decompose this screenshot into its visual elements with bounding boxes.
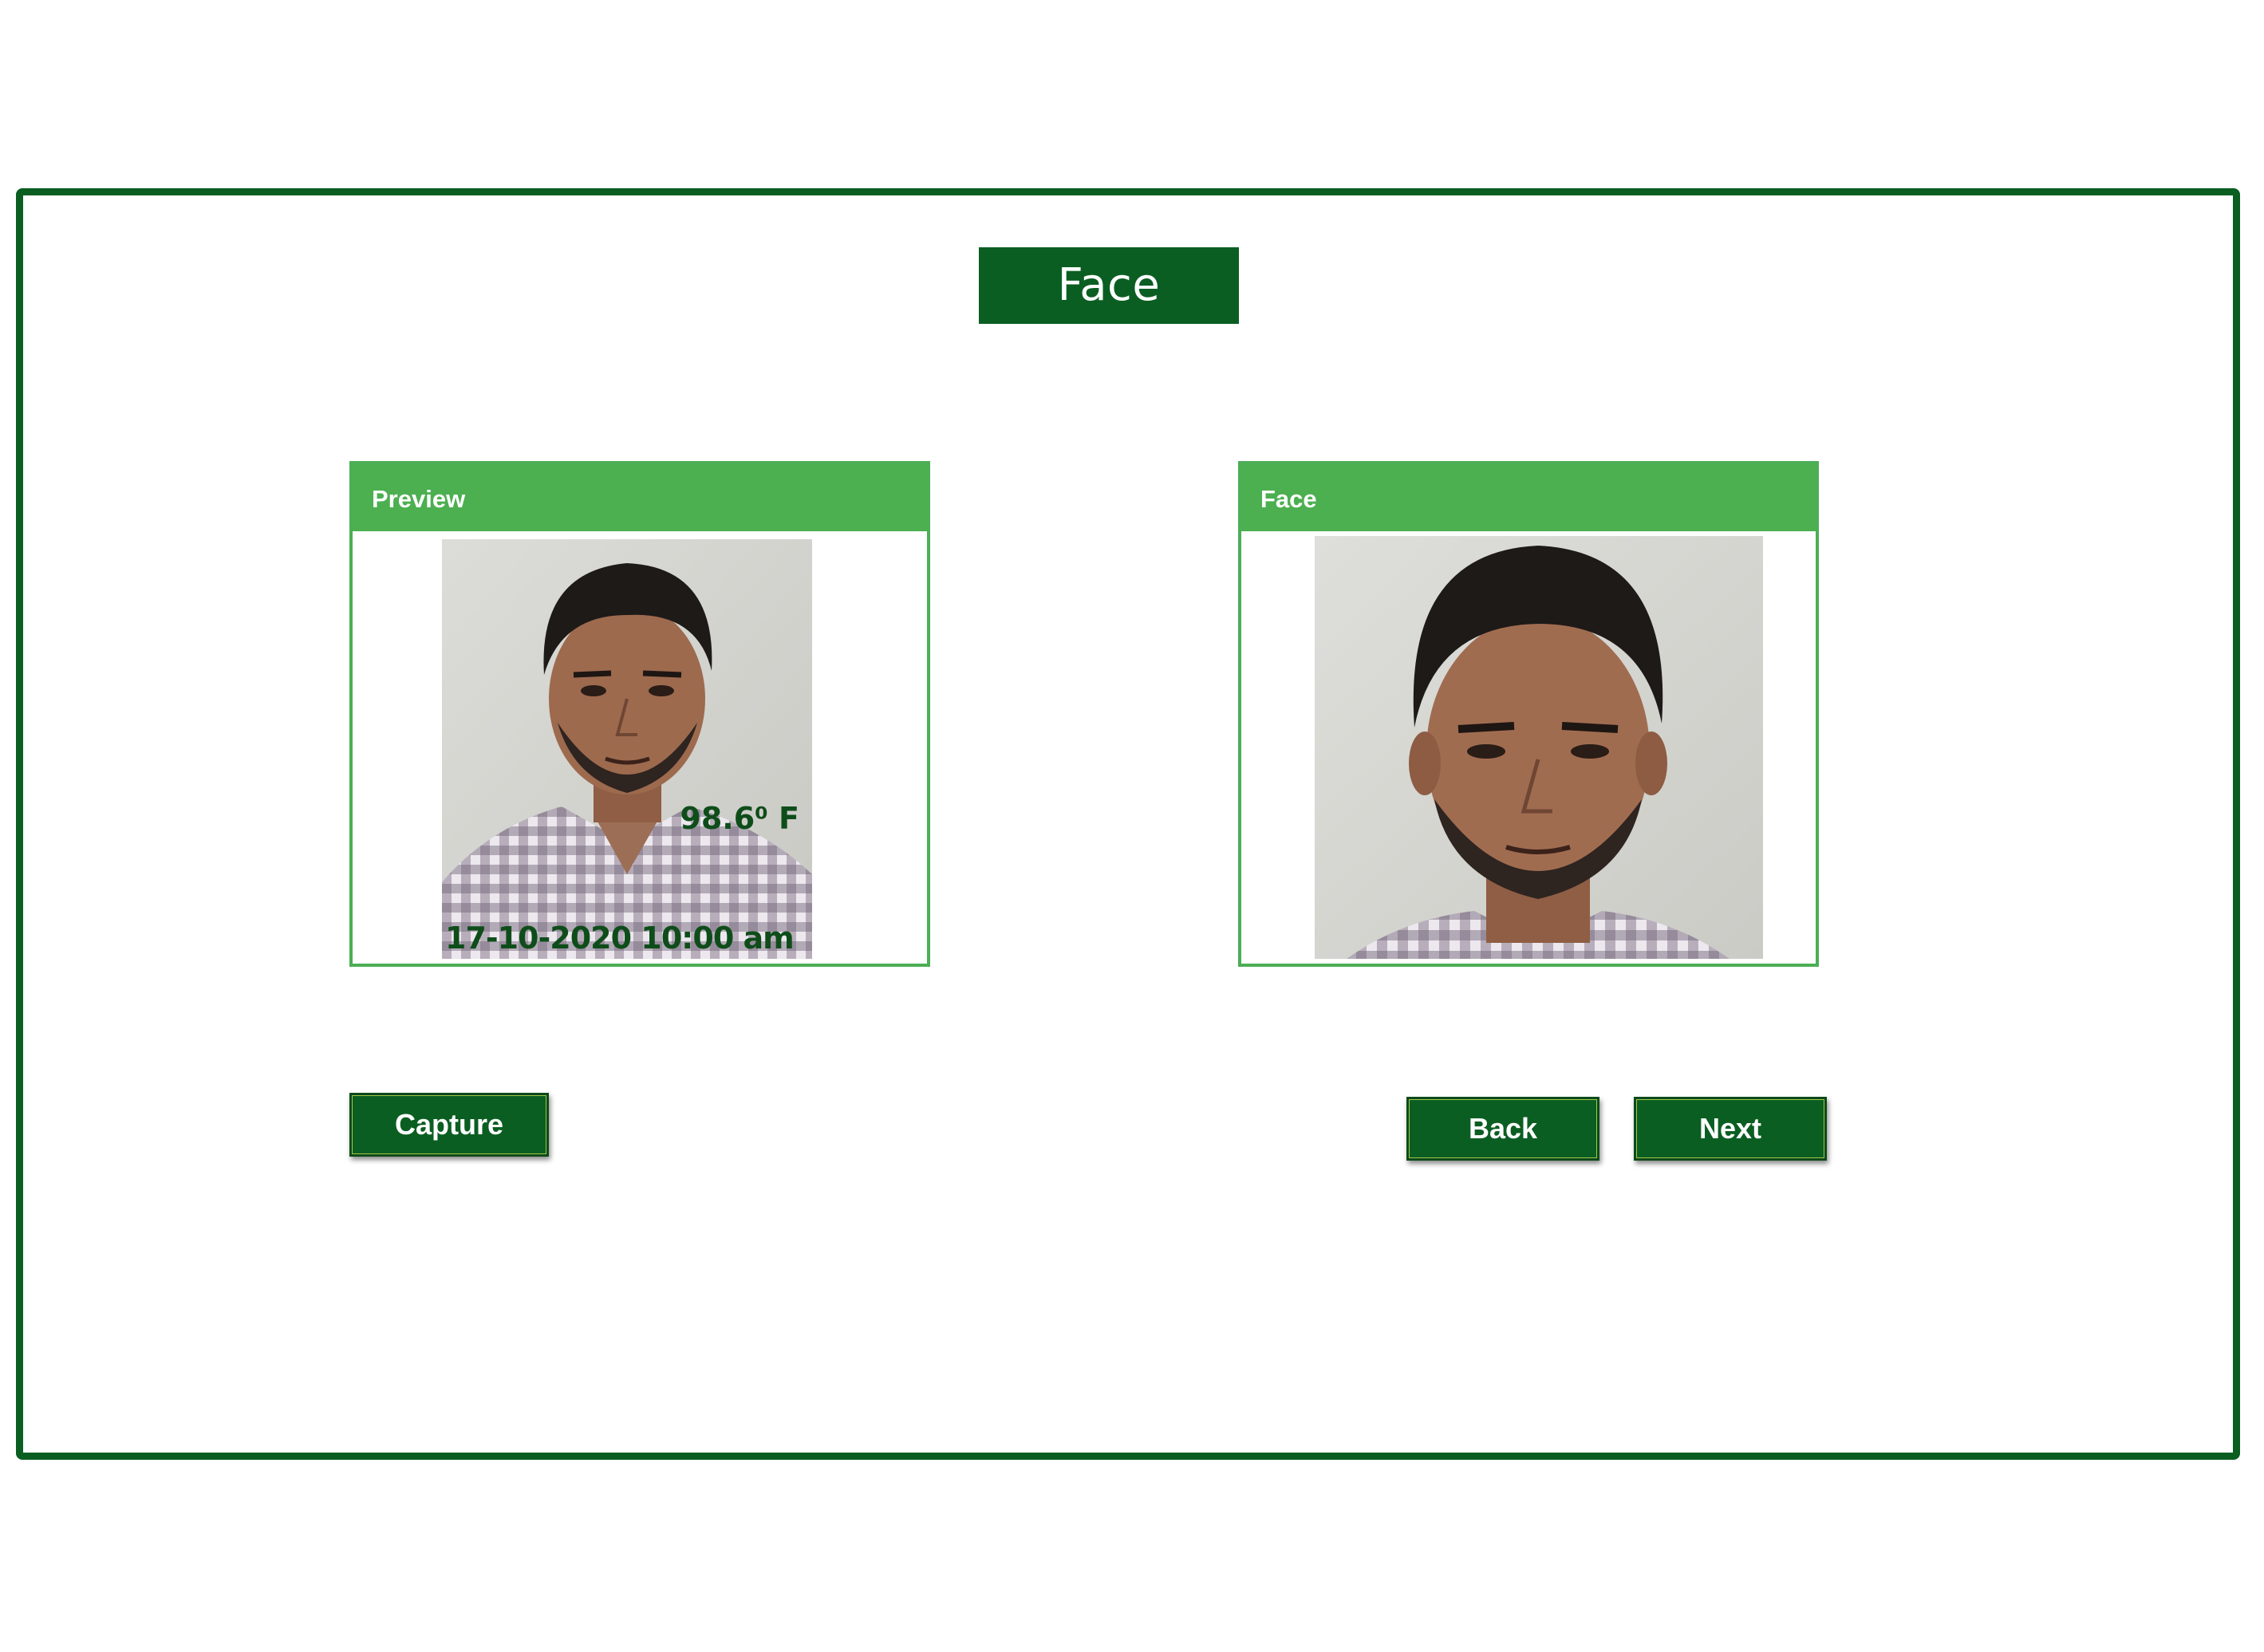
captured-face-image: [1315, 536, 1763, 959]
face-panel: Face: [1238, 461, 1819, 967]
preview-panel: Preview 98.6⁰ F 17-10-2020 10:00 am: [349, 461, 930, 967]
camera-preview-image: 98.6⁰ F 17-10-2020 10:00 am: [442, 539, 812, 959]
back-button[interactable]: Back: [1406, 1097, 1599, 1161]
datetime-overlay: 17-10-2020 10:00 am: [445, 921, 795, 956]
page-title: Face Capture: [979, 247, 1239, 388]
temperature-overlay: 98.6⁰ F: [680, 801, 799, 836]
preview-panel-header: Preview: [353, 464, 927, 531]
capture-button[interactable]: Capture: [349, 1093, 549, 1157]
next-button[interactable]: Next: [1634, 1097, 1827, 1161]
face-panel-header: Face: [1241, 464, 1816, 531]
